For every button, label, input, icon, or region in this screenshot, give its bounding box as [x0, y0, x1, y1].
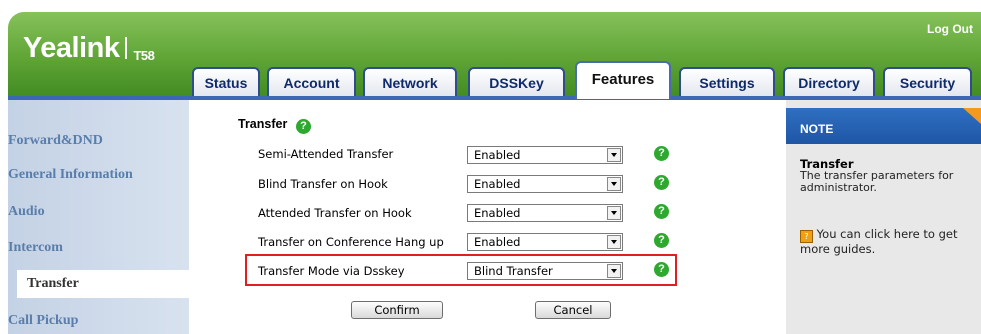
- yealink-logo: Yealink T58: [23, 32, 155, 65]
- row-label-blind-on-hook: Blind Transfer on Hook: [258, 177, 388, 191]
- cancel-button[interactable]: Cancel: [535, 301, 611, 319]
- select-value: Enabled: [474, 235, 521, 249]
- dropdown-arrow-icon[interactable]: [607, 235, 621, 249]
- note-guide-link[interactable]: ? You can click here to get more guides.: [800, 228, 975, 255]
- confirm-button[interactable]: Confirm: [351, 301, 443, 319]
- logout-link[interactable]: Log Out: [927, 22, 973, 36]
- dropdown-arrow-icon[interactable]: [607, 148, 621, 162]
- dropdown-arrow-icon[interactable]: [607, 206, 621, 220]
- note-text: The transfer parameters for administrato…: [800, 169, 954, 194]
- sidebar-item-intercom[interactable]: Intercom: [8, 240, 181, 256]
- note-guide-text: You can click here to get more guides.: [800, 227, 958, 256]
- sidebar-item-general-information[interactable]: General Information: [8, 167, 181, 183]
- tab-status[interactable]: Status: [192, 67, 260, 96]
- sidebar-item-forward-dnd[interactable]: Forward&DND: [8, 133, 181, 149]
- select-value: Enabled: [474, 177, 521, 191]
- tab-account[interactable]: Account: [267, 67, 356, 96]
- tab-network[interactable]: Network: [363, 67, 457, 96]
- section-title: Transfer: [238, 117, 288, 131]
- brand-model: T58: [133, 48, 155, 63]
- logo-separator: [125, 37, 128, 59]
- select-semi-attended[interactable]: Enabled: [467, 146, 623, 164]
- tab-dsskey[interactable]: DSSKey: [468, 67, 565, 96]
- sidebar-item-call-pickup[interactable]: Call Pickup: [8, 313, 181, 329]
- tab-directory[interactable]: Directory: [783, 67, 875, 96]
- note-title: NOTE: [800, 122, 834, 136]
- note-corner-flag: [963, 108, 981, 124]
- tab-security[interactable]: Security: [883, 67, 972, 96]
- select-transfer-mode[interactable]: Blind Transfer: [467, 262, 623, 280]
- select-blind-on-hook[interactable]: Enabled: [467, 175, 623, 193]
- select-value: Enabled: [474, 148, 521, 162]
- dropdown-arrow-icon[interactable]: [607, 264, 621, 278]
- row-label-attended-on-hook: Attended Transfer on Hook: [258, 206, 412, 220]
- help-icon[interactable]: ?: [654, 262, 669, 277]
- help-icon[interactable]: ?: [654, 175, 669, 190]
- tab-settings[interactable]: Settings: [679, 67, 775, 96]
- sidebar-item-audio[interactable]: Audio: [8, 204, 181, 220]
- row-label-conference-hang-up: Transfer on Conference Hang up: [258, 235, 444, 249]
- select-attended-on-hook[interactable]: Enabled: [467, 204, 623, 222]
- help-icon[interactable]: ?: [654, 146, 669, 161]
- brand-name: Yealink: [23, 32, 120, 64]
- tab-features[interactable]: Features: [575, 61, 671, 99]
- help-icon[interactable]: ?: [654, 204, 669, 219]
- select-conference-hang-up[interactable]: Enabled: [467, 233, 623, 251]
- sidebar-item-transfer[interactable]: Transfer: [17, 270, 191, 298]
- section-help-icon[interactable]: ?: [296, 119, 311, 134]
- select-value: Blind Transfer: [474, 264, 553, 278]
- row-label-transfer-mode: Transfer Mode via Dsskey: [258, 264, 405, 278]
- dropdown-arrow-icon[interactable]: [607, 177, 621, 191]
- row-label-semi-attended: Semi-Attended Transfer: [258, 147, 394, 161]
- select-value: Enabled: [474, 206, 521, 220]
- help-icon[interactable]: ?: [654, 233, 669, 248]
